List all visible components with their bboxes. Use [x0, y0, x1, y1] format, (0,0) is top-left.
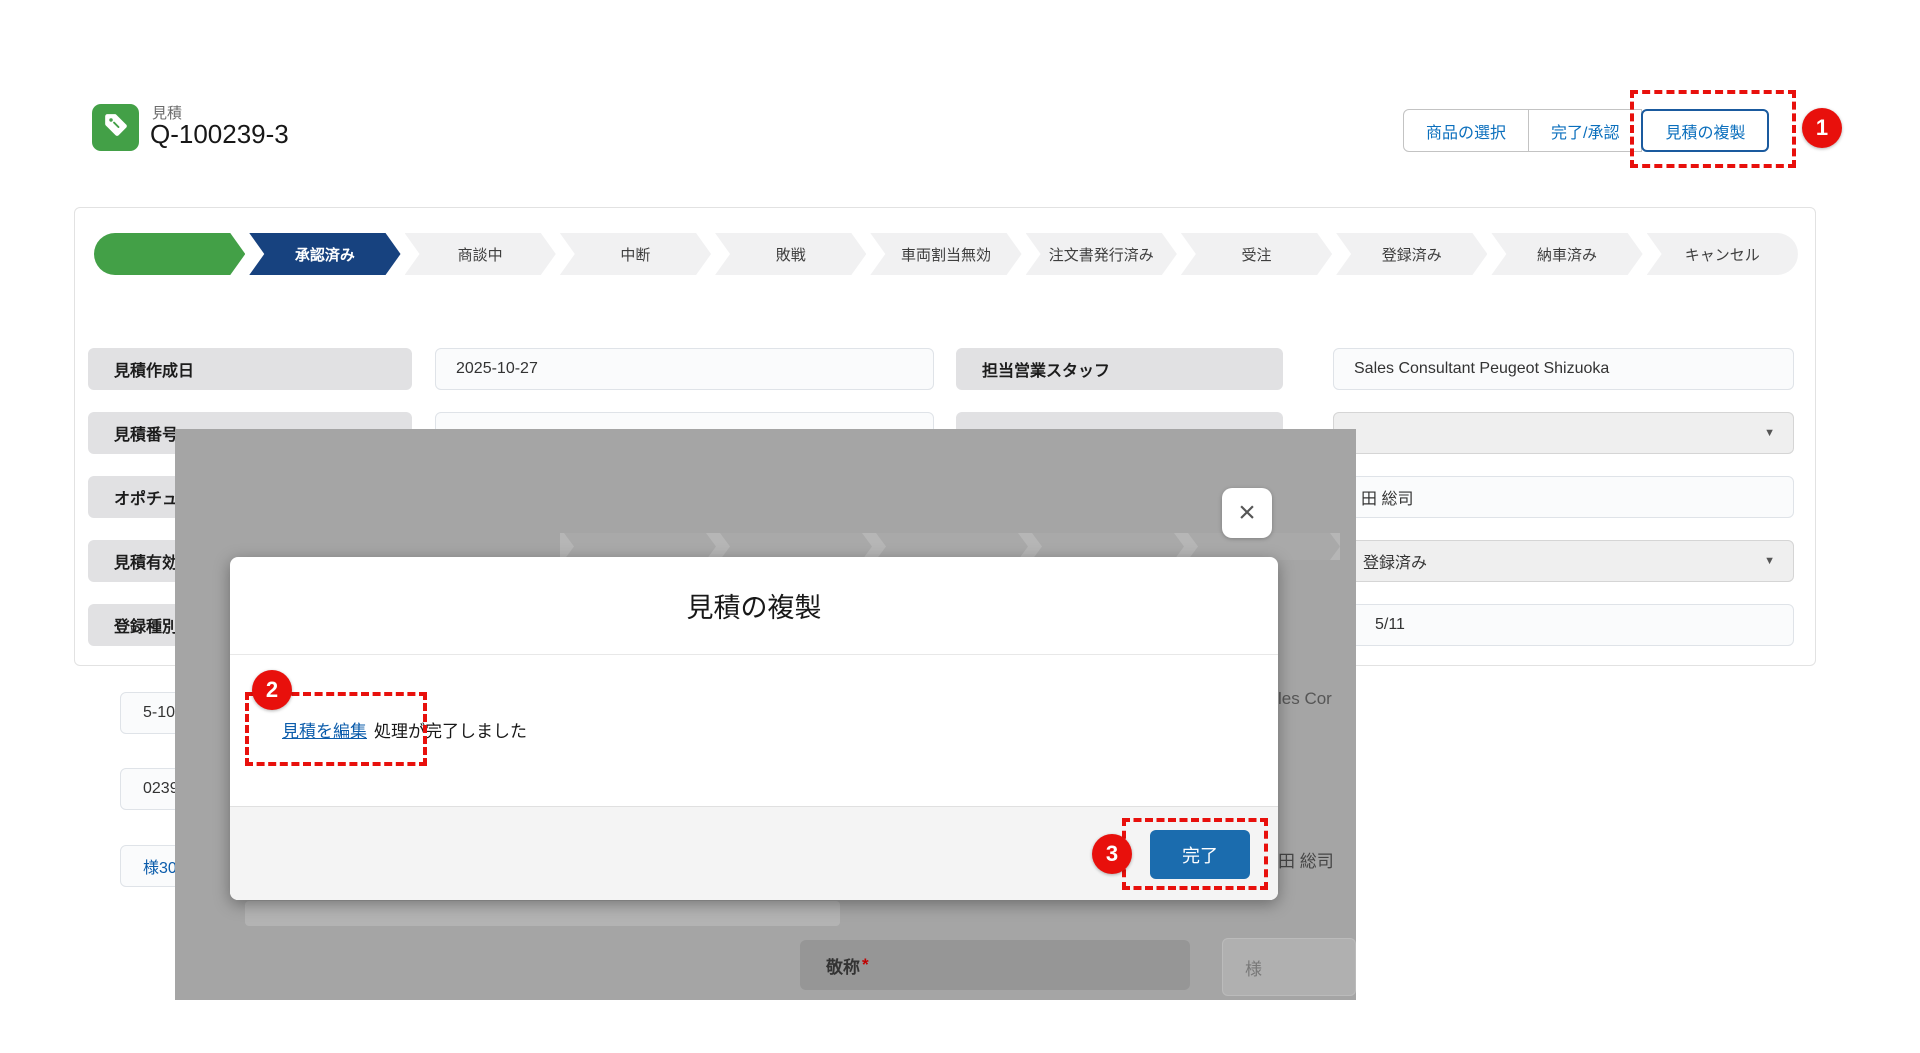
field-value-quote-date[interactable]: 2025-10-27 [435, 348, 934, 390]
ghost-text-sales-consultant: les Cor [1278, 689, 1332, 709]
path-stage-negotiating[interactable]: 商談中 [405, 233, 556, 275]
path-stage-complete[interactable] [94, 233, 245, 275]
path-stage-ordered[interactable]: 受注 [1181, 233, 1332, 275]
field-value-registered-picklist[interactable]: 登録済み ▼ [1333, 540, 1794, 582]
field-label-quote-date: 見積作成日 [88, 348, 412, 390]
ghost-chevron [720, 533, 872, 560]
chevron-down-icon: ▼ [1764, 427, 1775, 439]
ghost-sales-path [560, 533, 1340, 560]
path-stage-cancelled[interactable]: キャンセル [1647, 233, 1798, 275]
field-value-contact-name[interactable]: 田 総司 [1333, 476, 1794, 518]
select-products-button[interactable]: 商品の選択 [1403, 109, 1529, 152]
annotation-box-3 [1122, 818, 1268, 890]
dialog-title: 見積の複製 [230, 557, 1278, 655]
required-mark: * [862, 955, 869, 975]
annotation-box-1 [1630, 90, 1796, 168]
annotation-badge-3: 3 [1092, 834, 1132, 874]
ghost-chevron [564, 533, 716, 560]
path-stage-approved[interactable]: 承認済み [249, 233, 400, 275]
complete-approve-button[interactable]: 完了/承認 [1529, 109, 1642, 152]
path-stage-lost[interactable]: 敗戦 [715, 233, 866, 275]
quote-record-icon [92, 104, 139, 151]
tag-icon [103, 112, 129, 143]
field-value-date-fragment[interactable]: 5/11 [1333, 604, 1794, 646]
close-icon[interactable]: × [1222, 488, 1272, 538]
path-stage-registered[interactable]: 登録済み [1336, 233, 1487, 275]
path-stage-po-issued[interactable]: 注文書発行済み [1026, 233, 1177, 275]
field-value-picklist-row2[interactable]: ▼ [1333, 412, 1794, 454]
sales-path: 承認済み 商談中 中断 敗戦 車両割当無効 注文書発行済み 受注 登録済み 納車… [94, 233, 1798, 275]
ghost-honorific-label: 敬称* [800, 940, 1190, 990]
path-stage-delivered[interactable]: 納車済み [1491, 233, 1642, 275]
path-stage-vehicle-invalid[interactable]: 車両割当無効 [870, 233, 1021, 275]
ghost-chevron [1032, 533, 1184, 560]
chevron-down-icon: ▼ [1764, 555, 1775, 567]
path-stage-suspended[interactable]: 中断 [560, 233, 711, 275]
ghost-text-contact-name: 田 総司 [1278, 847, 1334, 872]
ghost-chevron [876, 533, 1028, 560]
field-label-sales-staff: 担当営業スタッフ [956, 348, 1283, 390]
field-value-sales-staff[interactable]: Sales Consultant Peugeot Shizuoka [1333, 348, 1794, 390]
ghost-input-field [245, 901, 840, 926]
annotation-badge-2: 2 [252, 670, 292, 710]
annotation-badge-1: 1 [1802, 108, 1842, 148]
ghost-honorific-value: 様 [1222, 938, 1356, 996]
page-title: Q-100239-3 [150, 119, 289, 150]
